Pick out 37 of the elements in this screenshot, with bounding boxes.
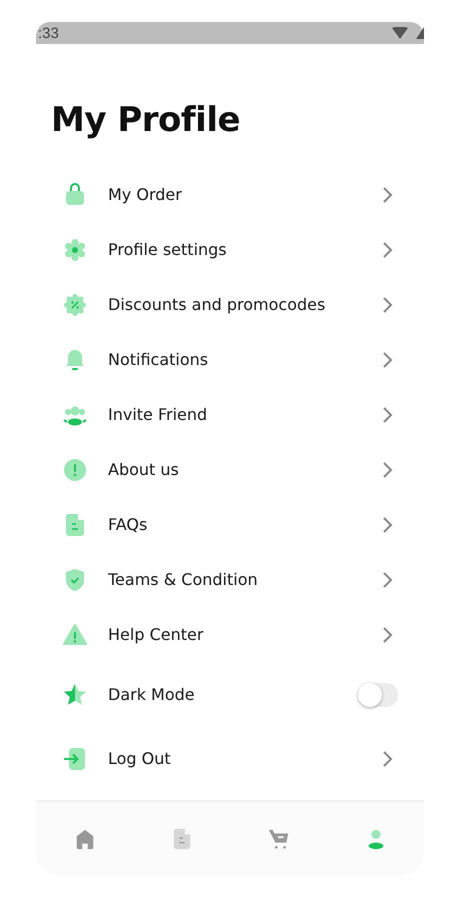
- home-icon: [74, 828, 96, 850]
- star-icon: [63, 682, 87, 707]
- menu-item[interactable]: My Order: [36, 168, 424, 223]
- menu-item[interactable]: Help Center: [36, 608, 424, 663]
- page-title: My Profile: [51, 100, 242, 141]
- status-time: :33: [38, 26, 59, 40]
- wifi-icon: [392, 27, 408, 39]
- document-icon: [63, 513, 87, 538]
- menu-item[interactable]: FAQs: [36, 498, 424, 553]
- chevron-right-icon: [382, 296, 394, 314]
- shield-icon: [63, 568, 87, 592]
- chevron-right-icon: [382, 186, 394, 204]
- logout-icon: [63, 746, 87, 771]
- chevron-right-icon: [382, 241, 394, 260]
- menu-item[interactable]: Invite Friend: [36, 388, 424, 443]
- cart-icon: [268, 828, 290, 850]
- info-icon: [63, 458, 87, 482]
- bag-icon: [63, 183, 87, 208]
- chevron-right-icon: [382, 750, 394, 768]
- chevron-right-icon: [382, 461, 394, 480]
- menu-item[interactable]: Teams & Condition: [36, 552, 424, 608]
- menu-item[interactable]: About us: [36, 442, 424, 498]
- chevron-right-icon: [382, 516, 394, 534]
- battery-icon: [416, 27, 424, 39]
- menu-item[interactable]: Notifications: [36, 332, 424, 388]
- chevron-right-icon: [382, 571, 394, 590]
- dark-mode-toggle[interactable]: [358, 682, 398, 707]
- warning-icon: [63, 623, 87, 648]
- chevron-right-icon: [382, 626, 394, 644]
- chevron-right-icon: [382, 351, 394, 370]
- menu-item[interactable]: Discounts and promocodes: [36, 278, 424, 333]
- menu-label: Dark Mode: [108, 684, 196, 706]
- menu-item[interactable]: Profile settings: [36, 222, 424, 278]
- discount-icon: [63, 293, 87, 318]
- chevron-right-icon: [382, 406, 394, 424]
- gear-icon: [63, 238, 87, 262]
- menu-item[interactable]: Log Out: [36, 726, 424, 791]
